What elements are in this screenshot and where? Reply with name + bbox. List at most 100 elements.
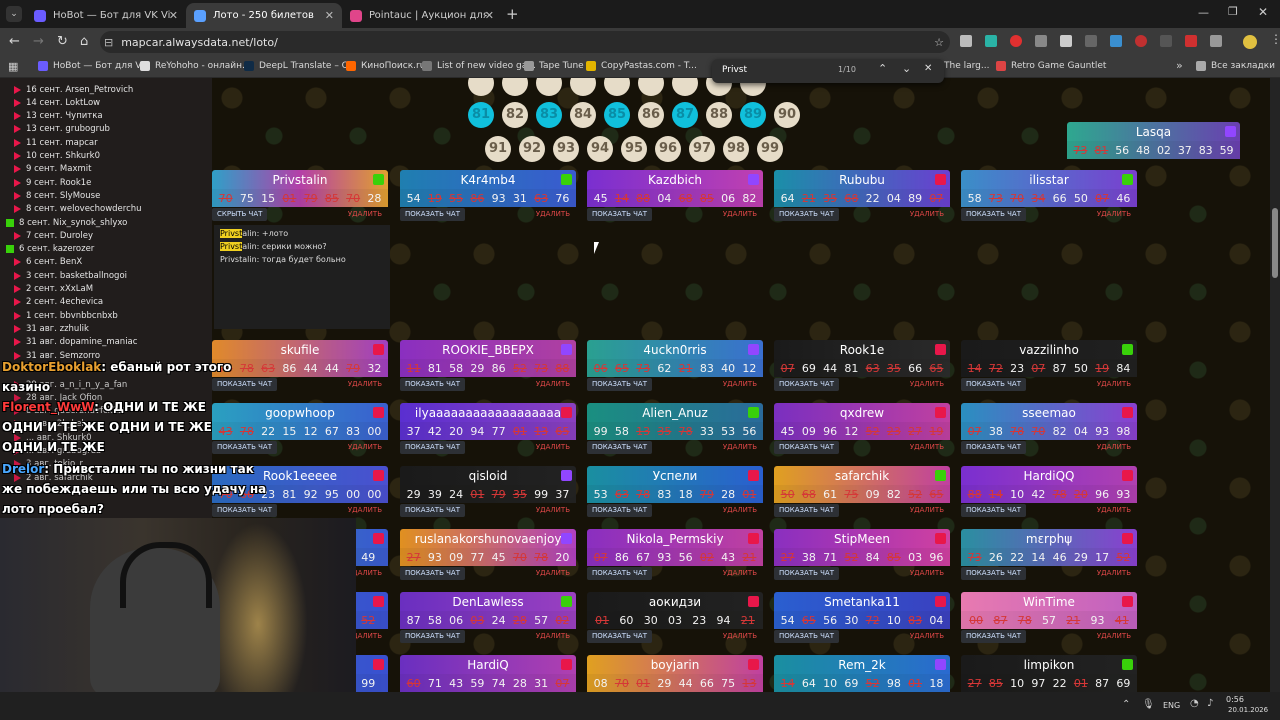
all-bookmarks[interactable]: Все закладки [1196,61,1275,71]
extension-icon[interactable] [1110,35,1122,47]
show-chat-button[interactable]: ПОКАЗАТЬ ЧАТ [587,504,652,517]
show-chat-button[interactable]: ПОКАЗАТЬ ЧАТ [587,441,652,454]
extension-icon[interactable] [1060,35,1072,47]
show-chat-button[interactable]: ПОКАЗАТЬ ЧАТ [400,378,465,391]
apps-icon[interactable]: ▦ [8,60,18,73]
bookmark-item[interactable]: Retro Game Gauntlet [996,61,1106,71]
delete-button[interactable]: УДАЛИТЬ [348,210,382,218]
delete-button[interactable]: УДАЛИТЬ [536,506,570,514]
show-chat-button[interactable]: ПОКАЗАТЬ ЧАТ [400,630,465,643]
show-chat-button[interactable]: ПОКАЗАТЬ ЧАТ [774,378,839,391]
wifi-icon[interactable]: ◔ [1190,698,1199,709]
forward-icon[interactable]: → [33,34,44,49]
find-close-icon[interactable]: ✕ [924,63,932,74]
puzzle-icon[interactable] [1210,35,1222,47]
delete-button[interactable]: УДАЛИТЬ [536,380,570,388]
delete-button[interactable]: УДАЛИТЬ [910,443,944,451]
extension-icon[interactable] [1135,35,1147,47]
delete-button[interactable]: УДАЛИТЬ [723,632,757,640]
close-icon[interactable]: ✕ [325,9,334,22]
delete-button[interactable]: УДАЛИТЬ [723,380,757,388]
delete-button[interactable]: УДАЛИТЬ [910,632,944,640]
close-window-icon[interactable]: ✕ [1258,5,1268,19]
show-chat-button[interactable]: ПОКАЗАТЬ ЧАТ [587,630,652,643]
extension-icon[interactable] [1085,35,1097,47]
show-chat-button[interactable]: ПОКАЗАТЬ ЧАТ [400,567,465,580]
show-chat-button[interactable]: ПОКАЗАТЬ ЧАТ [587,567,652,580]
clock-date[interactable]: 20.01.2026 [1228,706,1268,714]
show-chat-button[interactable]: ПОКАЗАТЬ ЧАТ [961,504,1026,517]
delete-button[interactable]: УДАЛИТЬ [910,569,944,577]
show-chat-button[interactable]: ПОКАЗАТЬ ЧАТ [400,504,465,517]
bookmark-item[interactable]: The larg... [944,61,989,71]
minimize-icon[interactable]: — [1198,6,1209,19]
show-chat-button[interactable]: ПОКАЗАТЬ ЧАТ [587,378,652,391]
reload-icon[interactable]: ↻ [57,34,68,49]
show-chat-button[interactable]: ПОКАЗАТЬ ЧАТ [212,504,277,517]
delete-button[interactable]: УДАЛИТЬ [536,632,570,640]
extension-icon[interactable] [1010,35,1022,47]
mic-icon[interactable]: 🎙 [1142,699,1155,710]
delete-button[interactable]: УДАЛИТЬ [910,380,944,388]
show-chat-button[interactable]: ПОКАЗАТЬ ЧАТ [774,208,839,221]
delete-button[interactable]: УДАЛИТЬ [1097,380,1131,388]
avatar[interactable] [1243,35,1257,49]
delete-button[interactable]: УДАЛИТЬ [910,210,944,218]
show-chat-button[interactable]: ПОКАЗАТЬ ЧАТ [774,504,839,517]
delete-button[interactable]: УДАЛИТЬ [723,506,757,514]
delete-button[interactable]: УДАЛИТЬ [348,506,382,514]
tab-pointauc[interactable]: Pointauc | Аукцион для стрима ✕ [342,3,502,28]
delete-button[interactable]: УДАЛИТЬ [536,443,570,451]
bookmark-item[interactable]: List of new video ga... [422,61,536,71]
show-chat-button[interactable]: ПОКАЗАТЬ ЧАТ [587,208,652,221]
delete-button[interactable]: УДАЛИТЬ [348,380,382,388]
delete-button[interactable]: УДАЛИТЬ [536,210,570,218]
extension-icon[interactable] [985,35,997,47]
delete-button[interactable]: УДАЛИТЬ [723,443,757,451]
chevron-up-icon[interactable]: ⌃ [1122,699,1130,710]
delete-button[interactable]: УДАЛИТЬ [1097,443,1131,451]
extension-icon[interactable] [960,35,972,47]
delete-button[interactable]: УДАЛИТЬ [536,569,570,577]
bookmark-item[interactable]: CopyPastas.com - T... [586,61,697,71]
home-icon[interactable]: ⌂ [80,34,88,49]
show-chat-button[interactable]: ПОКАЗАТЬ ЧАТ [961,208,1026,221]
page-scrollbar[interactable] [1270,78,1280,692]
find-input[interactable]: Privst [722,65,747,75]
address-bar[interactable]: ⊟ mapcar.alwaysdata.net/loto/ ☆ [104,33,944,52]
close-icon[interactable]: ✕ [169,9,178,22]
find-next-icon[interactable]: ⌄ [902,62,911,75]
bookmark-item[interactable]: HoBot — Бот для V... [38,61,149,71]
close-icon[interactable]: ✕ [485,9,494,22]
language-indicator[interactable]: ENG [1163,701,1180,710]
show-chat-button[interactable]: ПОКАЗАТЬ ЧАТ [212,441,277,454]
show-chat-button[interactable]: ПОКАЗАТЬ ЧАТ [212,378,277,391]
find-prev-icon[interactable]: ⌃ [878,62,887,75]
show-chat-button[interactable]: ПОКАЗАТЬ ЧАТ [774,630,839,643]
delete-button[interactable]: УДАЛИТЬ [348,443,382,451]
tab-hobot[interactable]: HoBot — Бот для VK Video Live ✕ [26,3,186,28]
bookmark-item[interactable]: Tape Tune [524,61,584,71]
show-chat-button[interactable]: ПОКАЗАТЬ ЧАТ [774,441,839,454]
show-chat-button[interactable]: ПОКАЗАТЬ ЧАТ [961,630,1026,643]
menu-icon[interactable]: ⋮ [1270,32,1280,49]
bookmark-item[interactable]: ReYohoho - онлайн... [140,61,251,71]
delete-button[interactable]: УДАЛИТЬ [1097,632,1131,640]
delete-button[interactable]: УДАЛИТЬ [910,506,944,514]
maximize-icon[interactable]: ❐ [1228,5,1238,18]
bookmark-item[interactable]: DeepL Translate – С... [244,61,357,71]
delete-button[interactable]: УДАЛИТЬ [723,210,757,218]
extension-icon[interactable] [1160,35,1172,47]
show-chat-button[interactable]: ПОКАЗАТЬ ЧАТ [961,567,1026,580]
back-icon[interactable]: ← [9,34,20,49]
extension-icon[interactable] [1035,35,1047,47]
show-chat-button[interactable]: ПОКАЗАТЬ ЧАТ [400,208,465,221]
new-tab-button[interactable]: + [506,5,519,23]
show-chat-button[interactable]: ПОКАЗАТЬ ЧАТ [400,441,465,454]
site-info-icon[interactable]: ⊟ [104,36,113,49]
extension-icon[interactable] [1185,35,1197,47]
tab-loto[interactable]: Лото - 250 билетов ✕ [186,3,342,28]
tab-search-button[interactable]: ⌄ [6,6,22,22]
star-icon[interactable]: ☆ [934,36,944,49]
clock-time[interactable]: 0:56 [1226,695,1244,704]
